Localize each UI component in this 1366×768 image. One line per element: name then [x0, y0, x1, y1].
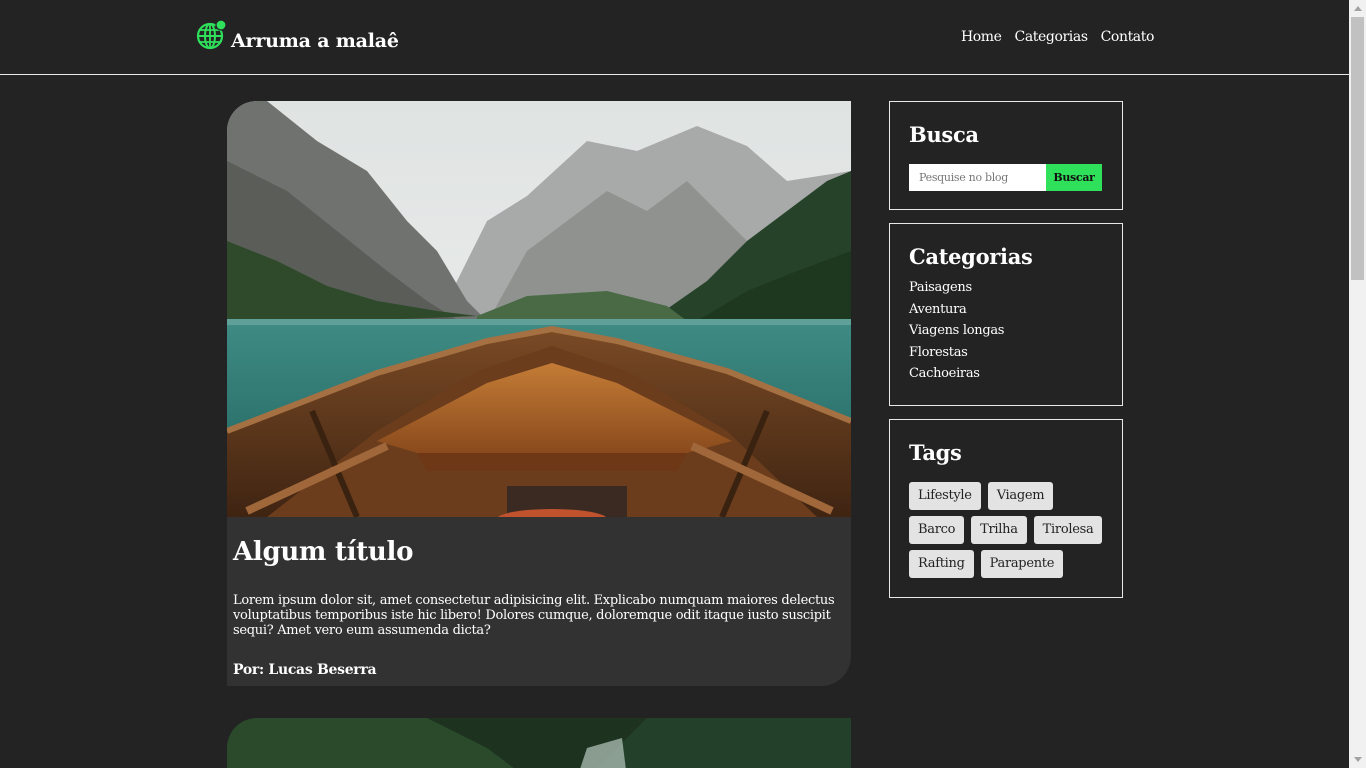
- post-author: Por: Lucas Beserra: [233, 662, 377, 678]
- site-header: Arruma a malaê Home Categorias Contato: [0, 0, 1349, 75]
- post-card: Algum título Lorem ipsum dolor sit, amet…: [227, 101, 851, 686]
- nav-contato[interactable]: Contato: [1101, 29, 1155, 45]
- post-card-next: [227, 718, 851, 768]
- tags-widget: Tags Lifestyle Viagem Barco Trilha Tirol…: [889, 419, 1123, 598]
- category-aventura[interactable]: Aventura: [909, 299, 1103, 321]
- category-florestas[interactable]: Florestas: [909, 342, 1103, 364]
- search-widget: Busca Buscar: [889, 101, 1123, 210]
- search-title: Busca: [909, 122, 979, 147]
- brand-logo[interactable]: Arruma a malaê: [196, 19, 399, 52]
- post-image-next[interactable]: [227, 718, 851, 768]
- nav-home[interactable]: Home: [961, 29, 1002, 45]
- post-excerpt: Lorem ipsum dolor sit, amet consectetur …: [233, 593, 835, 638]
- main-nav: Home Categorias Contato: [961, 29, 1154, 45]
- page-scrollbar[interactable]: [1349, 0, 1366, 768]
- scrollbar-thumb[interactable]: [1351, 17, 1364, 280]
- categories-widget: Categorias Paisagens Aventura Viagens lo…: [889, 223, 1123, 406]
- category-viagens-longas[interactable]: Viagens longas: [909, 320, 1103, 342]
- tag-parapente[interactable]: Parapente: [980, 550, 1064, 578]
- tags-list: Lifestyle Viagem Barco Trilha Tirolesa R…: [909, 482, 1109, 578]
- tag-lifestyle[interactable]: Lifestyle: [909, 482, 981, 510]
- tag-trilha[interactable]: Trilha: [971, 516, 1027, 544]
- scroll-down-arrow-icon[interactable]: [1349, 751, 1366, 768]
- globe-pin-icon: [196, 19, 227, 50]
- categories-title: Categorias: [909, 244, 1033, 269]
- tags-title: Tags: [909, 440, 962, 465]
- nav-categorias[interactable]: Categorias: [1015, 29, 1088, 45]
- search-form: Buscar: [909, 164, 1103, 191]
- post-image[interactable]: [227, 101, 851, 517]
- brand-name: Arruma a malaê: [231, 30, 399, 52]
- scroll-up-arrow-icon[interactable]: [1349, 0, 1366, 17]
- post-title[interactable]: Algum título: [233, 537, 845, 567]
- search-button[interactable]: Buscar: [1046, 164, 1102, 191]
- tag-rafting[interactable]: Rafting: [909, 550, 974, 578]
- tag-viagem[interactable]: Viagem: [987, 482, 1054, 510]
- search-input[interactable]: [909, 164, 1046, 191]
- tag-barco[interactable]: Barco: [909, 516, 965, 544]
- category-paisagens[interactable]: Paisagens: [909, 277, 1103, 299]
- category-cachoeiras[interactable]: Cachoeiras: [909, 363, 1103, 385]
- tag-tirolesa[interactable]: Tirolesa: [1033, 516, 1103, 544]
- categories-list: Paisagens Aventura Viagens longas Flores…: [909, 277, 1103, 385]
